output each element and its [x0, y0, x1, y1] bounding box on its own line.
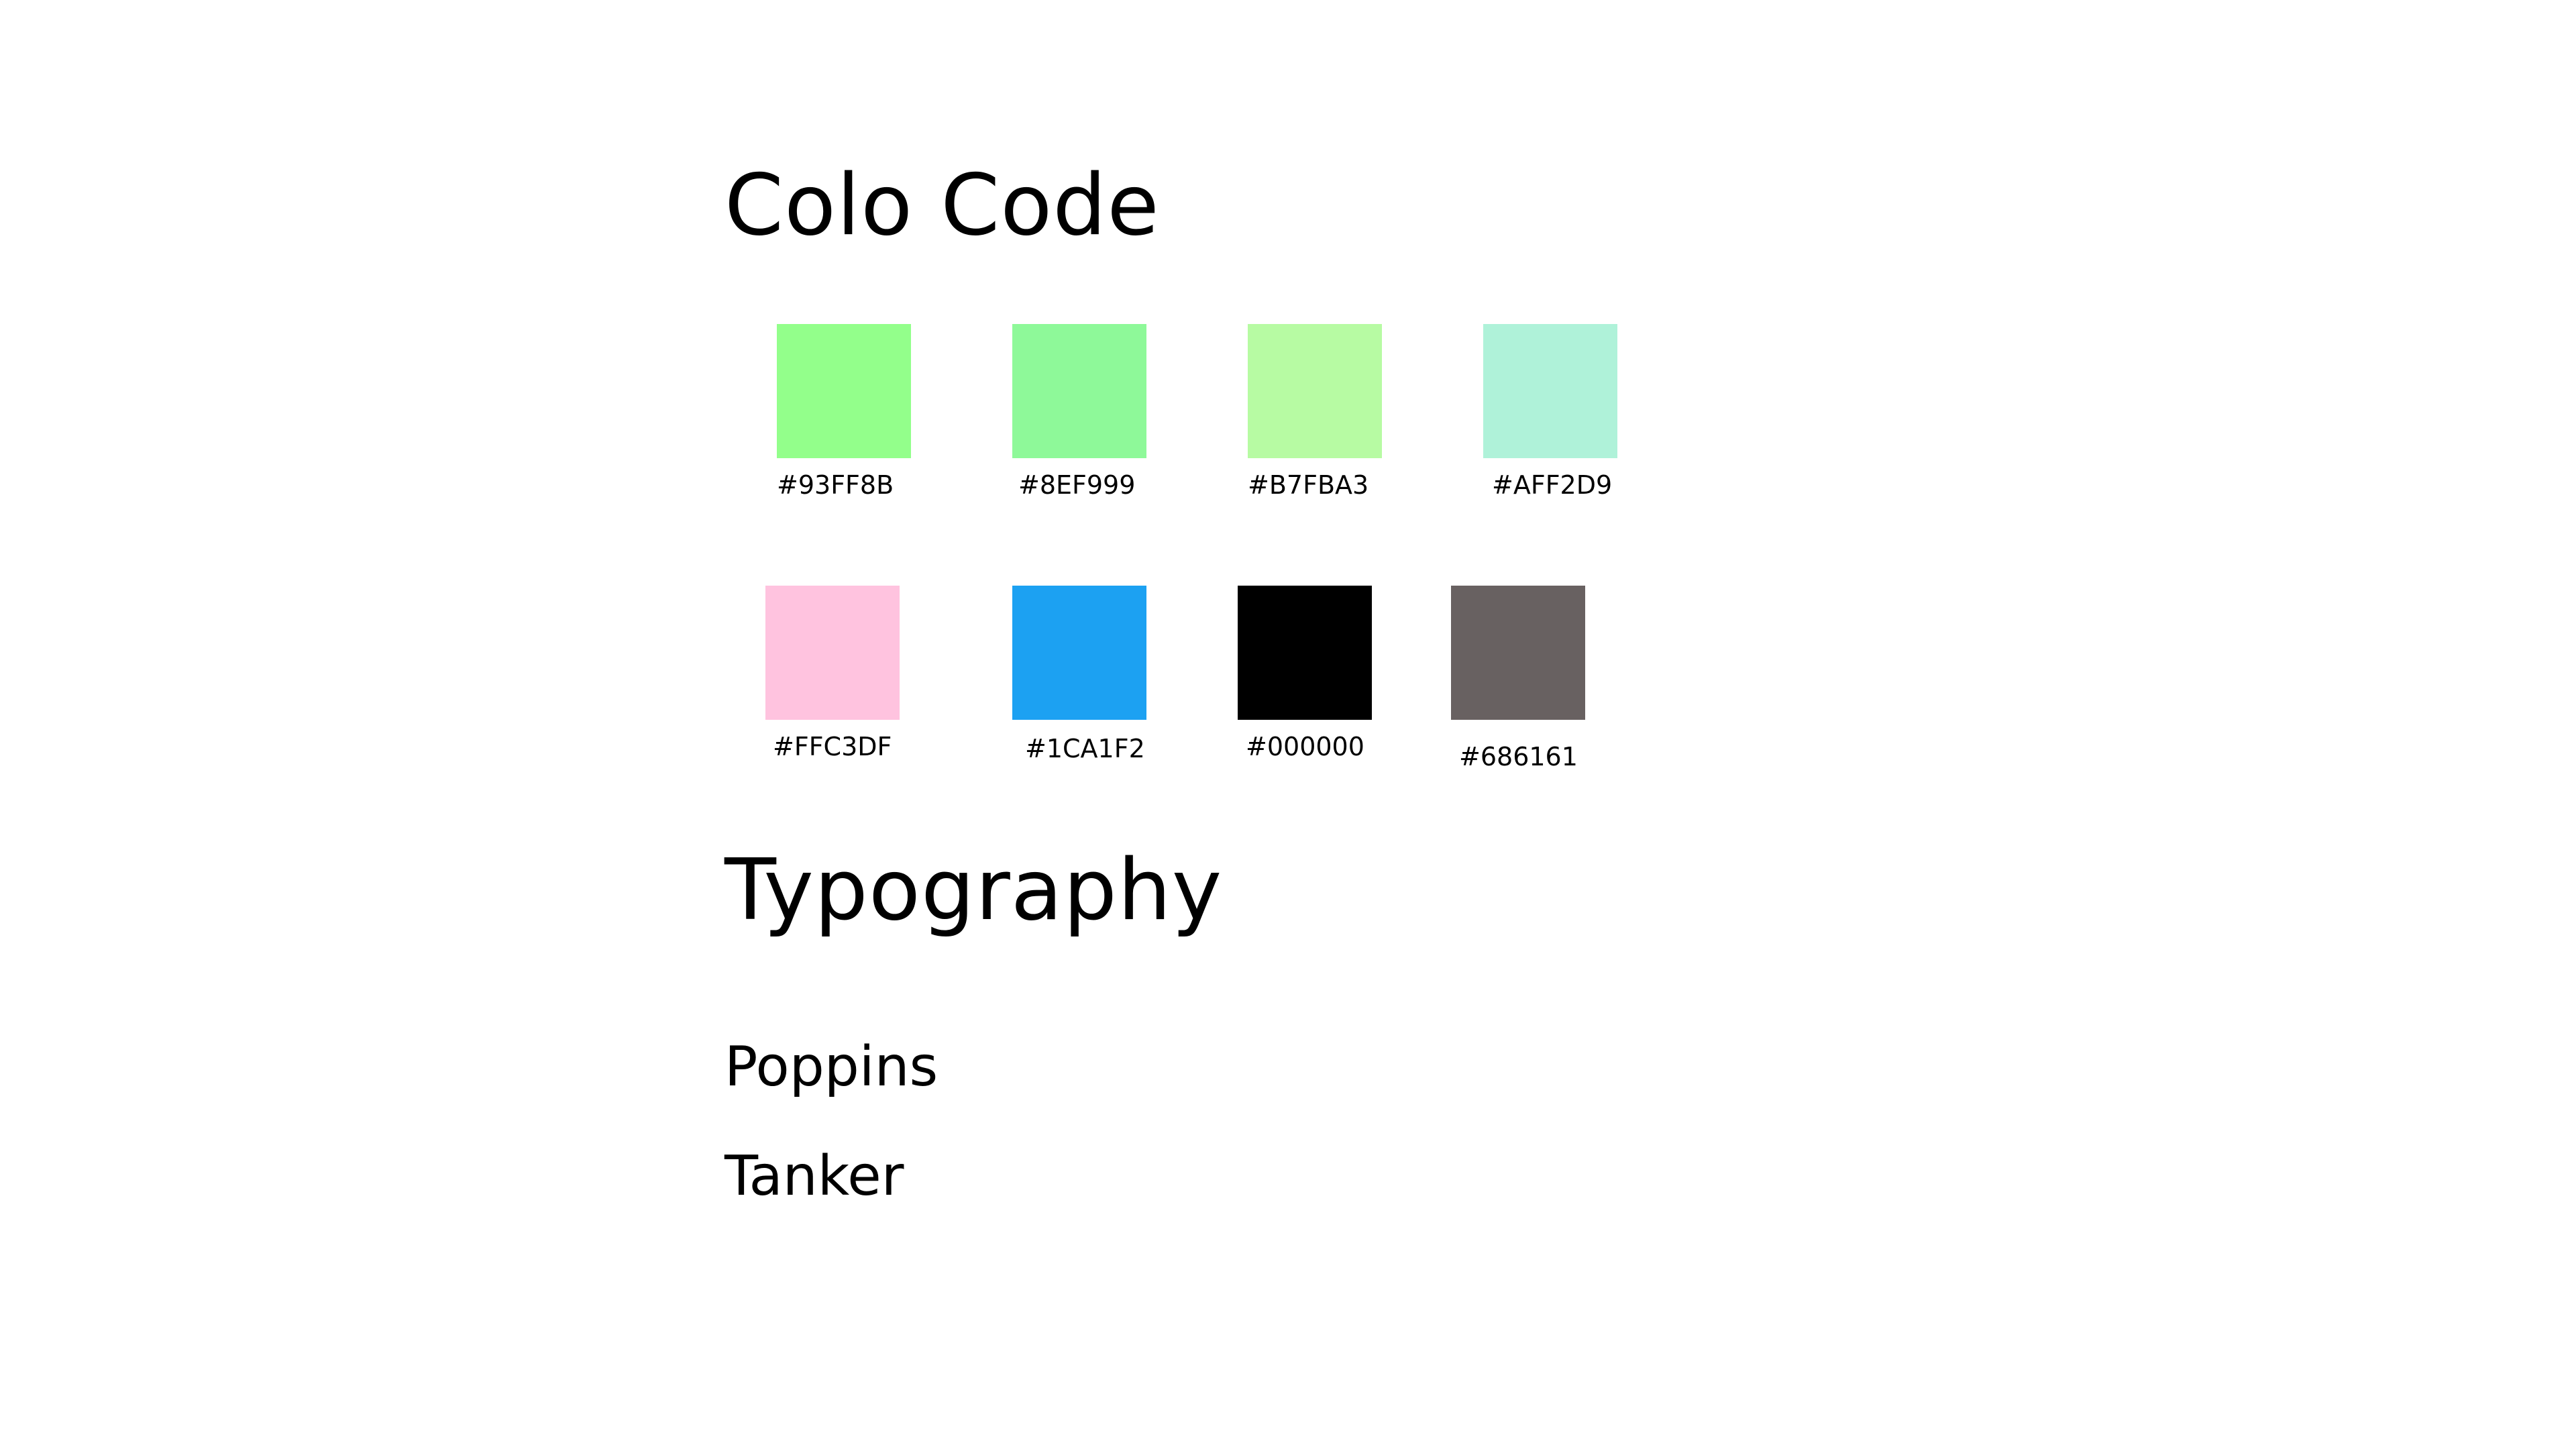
- color-swatch: [1483, 324, 1617, 458]
- color-code-label: #FFC3DF: [773, 732, 892, 761]
- font-name-secondary: Tanker: [724, 1144, 904, 1208]
- color-swatch: [1248, 324, 1382, 458]
- color-code-label: #000000: [1246, 732, 1364, 761]
- color-swatch: [1451, 586, 1585, 720]
- color-code-label: #8EF999: [1018, 470, 1136, 500]
- typography-heading: Typography: [724, 841, 1223, 939]
- color-swatch: [765, 586, 900, 720]
- color-swatch: [777, 324, 911, 458]
- color-code-label: #1CA1F2: [1025, 734, 1145, 763]
- font-name-primary: Poppins: [724, 1035, 938, 1099]
- color-swatch: [1012, 586, 1146, 720]
- color-code-heading: Colo Code: [724, 156, 1160, 254]
- style-guide-page: Colo Code #93FF8B #8EF999 #B7FBA3 #AFF2D…: [0, 0, 2576, 1449]
- color-code-label: #93FF8B: [777, 470, 894, 500]
- color-swatch: [1012, 324, 1146, 458]
- color-code-label: #B7FBA3: [1248, 470, 1369, 500]
- color-code-label: #686161: [1459, 742, 1578, 771]
- color-swatch: [1238, 586, 1372, 720]
- color-code-label: #AFF2D9: [1492, 470, 1613, 500]
